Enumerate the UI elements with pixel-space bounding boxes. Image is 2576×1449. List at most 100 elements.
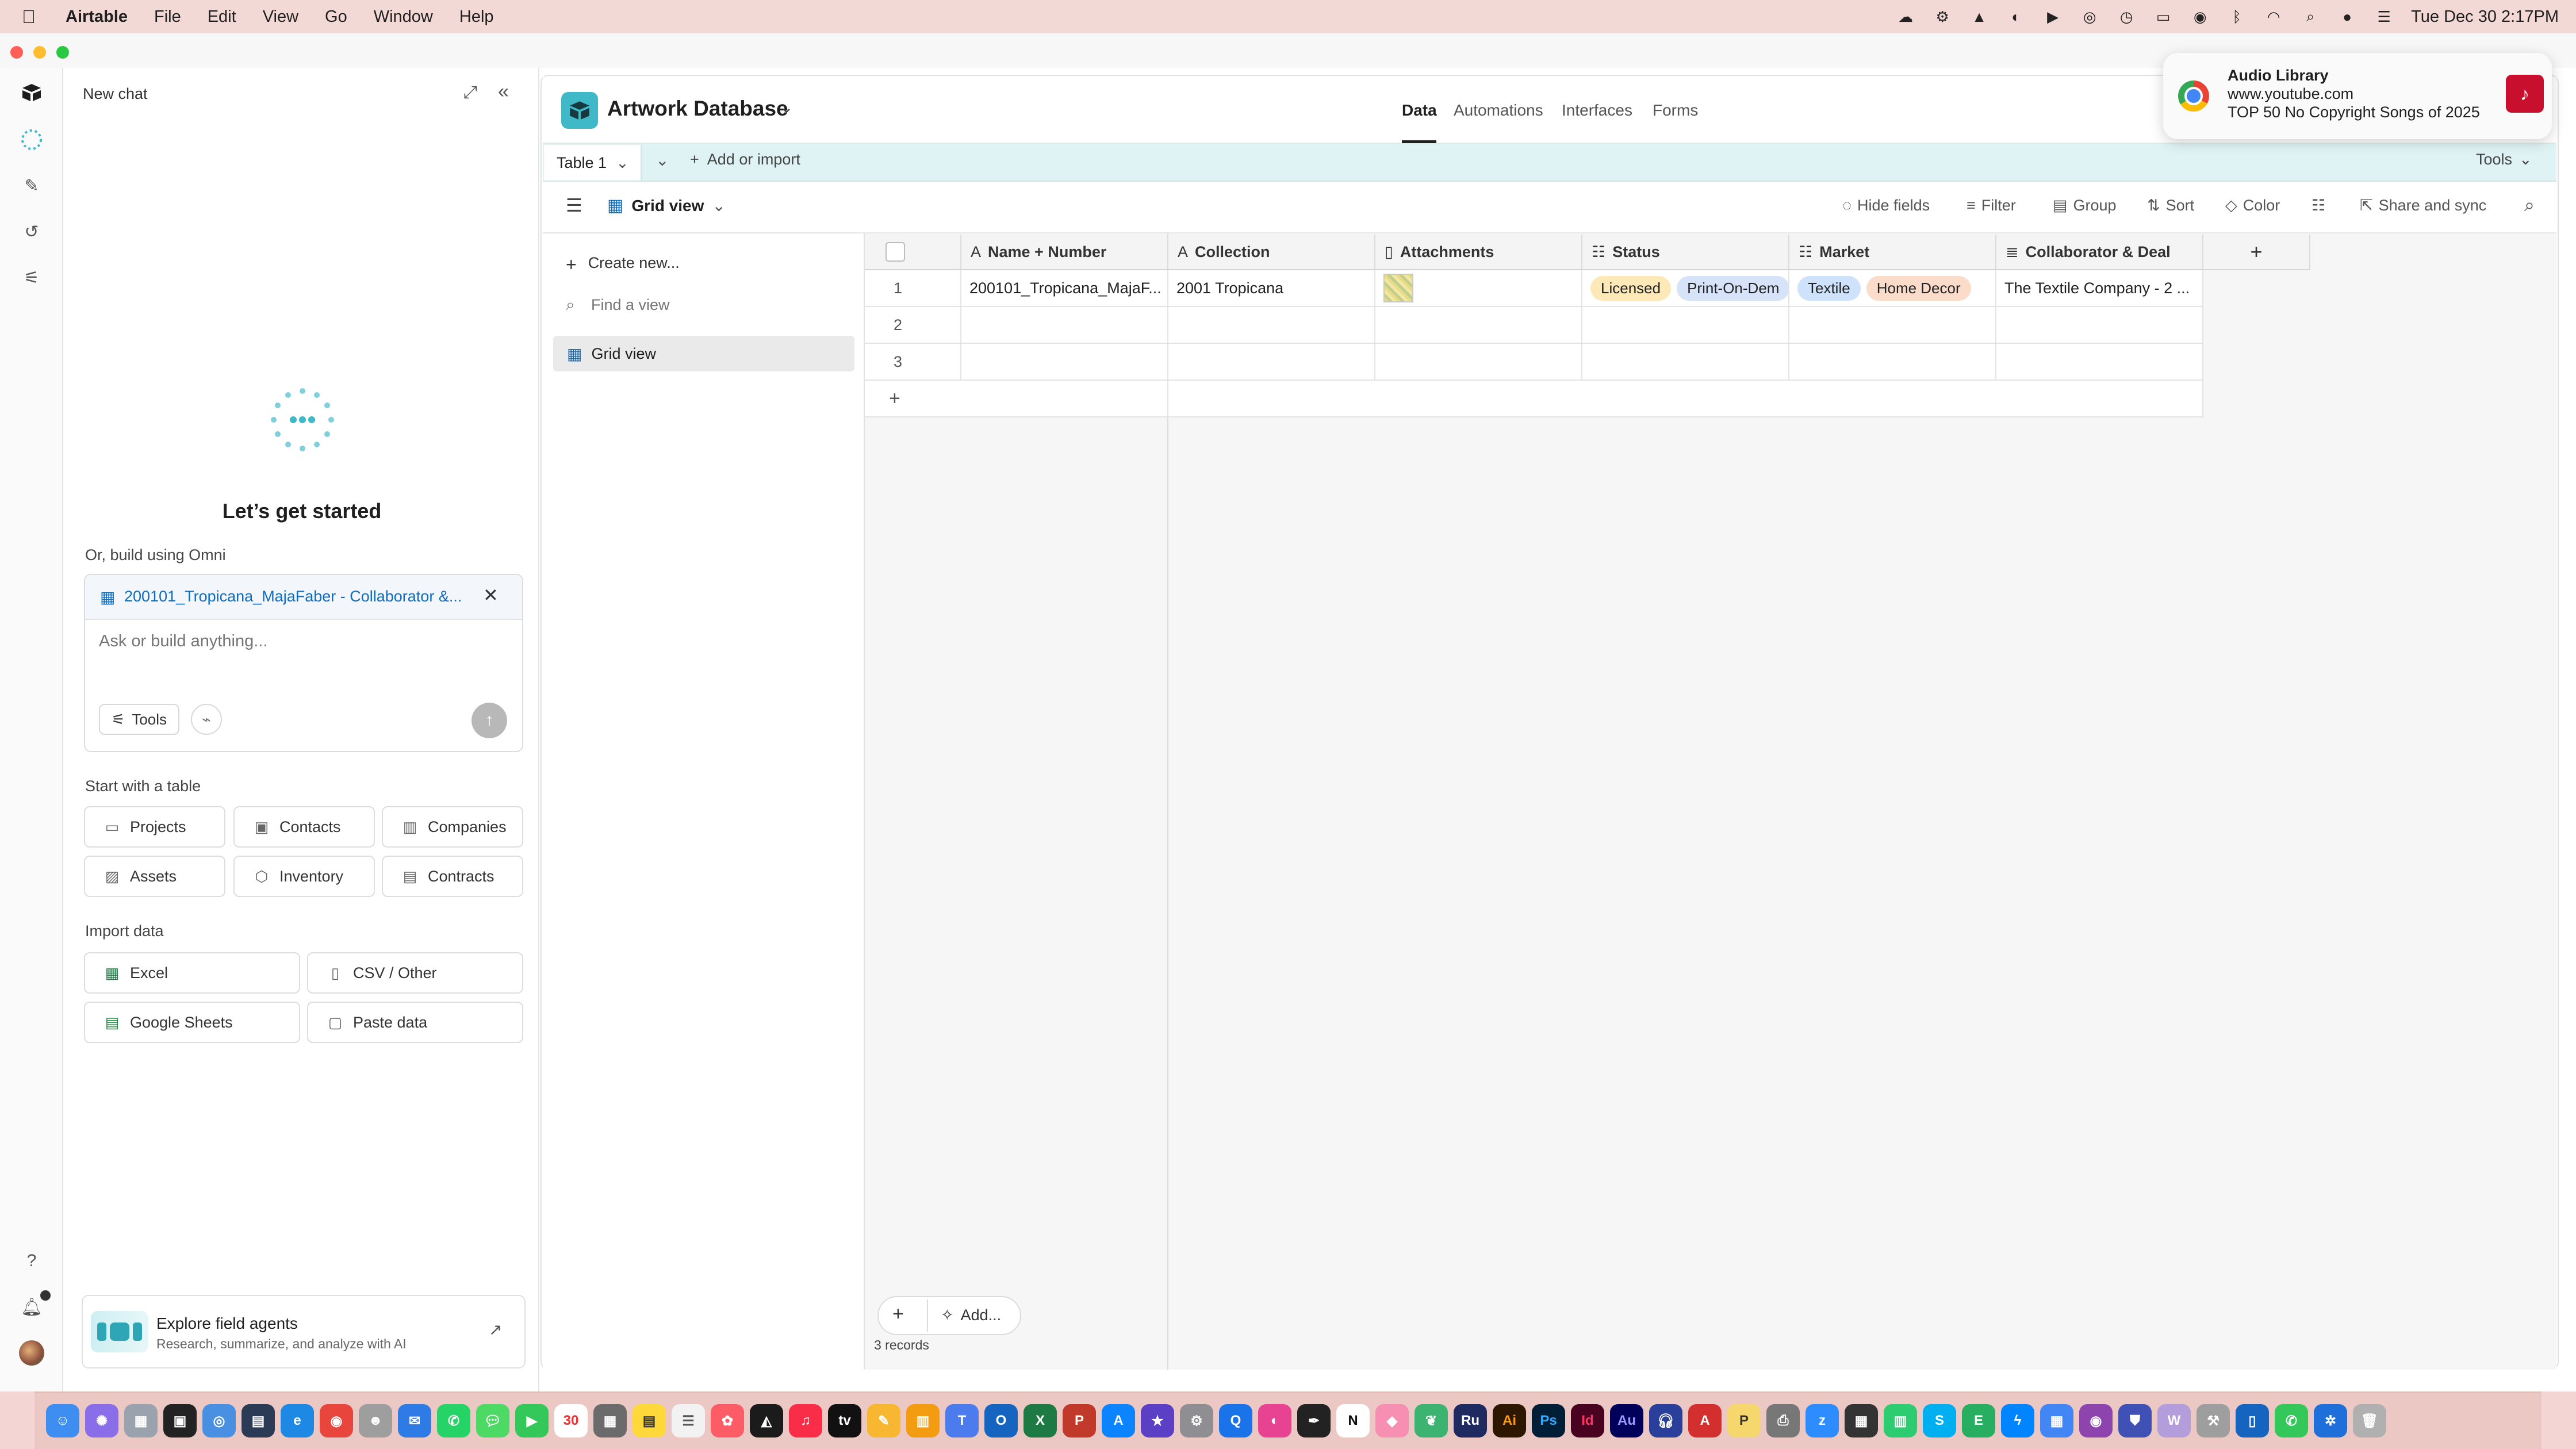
acrobat-icon[interactable]: A <box>1688 1404 1722 1438</box>
template-inventory-button[interactable]: ⬡ Inventory <box>233 856 375 897</box>
avatar[interactable] <box>17 1339 46 1367</box>
numbers-icon[interactable]: ▥ <box>1884 1404 1917 1438</box>
settings-sliders-icon[interactable]: ⚟ <box>17 263 46 292</box>
chrome-dock-icon[interactable]: ◉ <box>320 1404 353 1438</box>
cell-collaborator[interactable] <box>1996 344 2203 381</box>
view-switcher[interactable]: ▦ Grid view ⌄ <box>607 195 726 216</box>
apps-grid-icon[interactable]: ▦ <box>124 1404 158 1438</box>
photo-booth-icon[interactable]: ◐ <box>1258 1404 1291 1438</box>
table-tab[interactable]: Table 1 ⌄ <box>544 145 642 181</box>
column-header-market[interactable]: ☷ Market <box>1789 235 1996 270</box>
tab-automations[interactable]: Automations <box>1454 101 1543 120</box>
add-column-button[interactable]: + <box>2203 235 2310 270</box>
zoom-icon[interactable]: z <box>1805 1404 1839 1438</box>
time-machine-icon[interactable]: ◷ <box>2117 7 2136 26</box>
group-button[interactable]: ▤ Group <box>2053 197 2117 214</box>
attach-icon[interactable]: ⌁ <box>191 704 222 735</box>
finder-icon[interactable]: ☺ <box>46 1404 79 1438</box>
calendar-icon[interactable]: 30 <box>554 1404 588 1438</box>
filter-button[interactable]: ≡ Filter <box>1966 197 2016 214</box>
cell-attachments[interactable] <box>1375 270 1582 307</box>
share-sync-button[interactable]: ⇱ Share and sync <box>2360 197 2486 214</box>
menu-help[interactable]: Help <box>459 7 494 26</box>
search-icon[interactable]: ⌕ <box>2524 194 2535 216</box>
reminders-icon[interactable]: ☰ <box>672 1404 705 1438</box>
pages-icon[interactable]: ✎ <box>867 1404 900 1438</box>
view-item-grid[interactable]: ▦ Grid view <box>553 336 854 371</box>
creative-cloud-icon[interactable]: ◐ <box>2006 7 2026 26</box>
find-view-input[interactable] <box>590 292 843 317</box>
display-icon[interactable]: ▭ <box>2153 7 2173 26</box>
cell-market[interactable]: Textile Home Decor <box>1789 270 1996 307</box>
collapse-panel-icon[interactable]: « <box>498 80 509 103</box>
launchpad-icon[interactable]: ✺ <box>85 1404 118 1438</box>
evernote-icon[interactable]: E <box>1962 1404 1995 1438</box>
expand-icon[interactable]: ⤢ <box>463 83 477 102</box>
cell-collaborator[interactable]: The Textile Company - 2 ... <box>1996 270 2203 307</box>
help-icon[interactable]: ? <box>17 1247 46 1275</box>
template-contacts-button[interactable]: ▣ Contacts <box>233 806 375 848</box>
column-header-attachments[interactable]: ▯ Attachments <box>1375 235 1582 270</box>
skype-icon[interactable]: S <box>1923 1404 1956 1438</box>
books-icon[interactable]: ▥ <box>906 1404 940 1438</box>
add-row-button[interactable]: + <box>865 381 1168 417</box>
calculator-icon[interactable]: ▦ <box>593 1404 627 1438</box>
cell-status[interactable] <box>1582 344 1789 381</box>
cell-collaborator[interactable] <box>1996 307 2203 344</box>
row-height-icon[interactable]: ☷ <box>2312 197 2325 214</box>
powerpoint-icon[interactable]: P <box>1063 1404 1096 1438</box>
photos-icon[interactable]: ✿ <box>711 1404 744 1438</box>
sort-button[interactable]: ⇅ Sort <box>2147 197 2194 214</box>
airdrop-icon[interactable]: ◎ <box>2080 7 2099 26</box>
a-icon[interactable]: ▲ <box>1969 7 1989 26</box>
search-icon[interactable]: ⌕ <box>2301 7 2320 26</box>
import-excel-button[interactable]: ▦ Excel <box>84 952 300 994</box>
control-center-icon[interactable]: ☰ <box>2374 7 2394 26</box>
cell-status[interactable]: Licensed Print-On-Dem <box>1582 270 1789 307</box>
minimize-window-button[interactable] <box>33 46 46 59</box>
tab-data[interactable]: Data <box>1402 101 1437 120</box>
audition-icon[interactable]: Au <box>1610 1404 1643 1438</box>
airtable-logo-icon[interactable] <box>17 78 46 107</box>
phone-link-icon[interactable]: ▯ <box>2236 1404 2269 1438</box>
remove-context-icon[interactable]: ✕ <box>483 584 499 606</box>
play-icon[interactable]: ▶ <box>2043 7 2063 26</box>
menu-edit[interactable]: Edit <box>208 7 236 26</box>
tab-interfaces[interactable]: Interfaces <box>1562 101 1632 120</box>
cell-attachments[interactable] <box>1375 307 1582 344</box>
chat-input[interactable] <box>98 627 500 656</box>
safari-icon[interactable]: ◎ <box>202 1404 236 1438</box>
bluetooth-icon[interactable]: ᛒ <box>2227 7 2247 26</box>
webex-icon[interactable]: W <box>2157 1404 2191 1438</box>
podcasts-icon[interactable]: ◉ <box>2079 1404 2113 1438</box>
gear-icon[interactable]: ⚙ <box>1933 7 1952 26</box>
notes-icon[interactable]: ▤ <box>632 1404 666 1438</box>
downloads-icon[interactable]: ✲ <box>2314 1404 2347 1438</box>
notification[interactable] <box>2163 53 2552 139</box>
compose-icon[interactable]: ✎ <box>17 171 46 200</box>
import-csv-button[interactable]: ▯ CSV / Other <box>307 952 523 994</box>
outlook-icon[interactable]: O <box>984 1404 1018 1438</box>
headphones-icon[interactable]: 🎧︎ <box>1649 1404 1682 1438</box>
send-button[interactable]: ↑ <box>471 703 507 738</box>
app-store-icon[interactable]: A <box>1102 1404 1135 1438</box>
quicktime-icon[interactable]: Q <box>1219 1404 1252 1438</box>
tab-forms[interactable]: Forms <box>1653 101 1698 120</box>
column-header-status[interactable]: ☷ Status <box>1582 235 1789 270</box>
template-companies-button[interactable]: ▥ Companies <box>382 806 523 848</box>
import-google-sheets-button[interactable]: ▤ Google Sheets <box>84 1002 300 1043</box>
music-icon[interactable]: ♫ <box>789 1404 822 1438</box>
trash-icon[interactable]: 🗑︎ <box>2353 1404 2386 1438</box>
cell-collection[interactable]: 2001 Tropicana <box>1168 270 1375 307</box>
display-settings-icon[interactable]: ▦ <box>1845 1404 1878 1438</box>
hamburger-icon[interactable]: ☰ <box>566 194 582 216</box>
remote-icon[interactable]: ▤ <box>241 1404 275 1438</box>
plex-icon[interactable]: P <box>1727 1404 1761 1438</box>
close-window-button[interactable] <box>10 46 23 59</box>
cell-name[interactable] <box>961 344 1168 381</box>
hide-fields-button[interactable]: ◌ Hide fields <box>1842 197 1930 214</box>
menu-window[interactable]: Window <box>374 7 433 26</box>
messenger-icon[interactable]: ϟ <box>2001 1404 2034 1438</box>
tools-menu[interactable]: Tools ⌄ <box>2476 151 2532 168</box>
omni-icon[interactable] <box>17 125 46 154</box>
